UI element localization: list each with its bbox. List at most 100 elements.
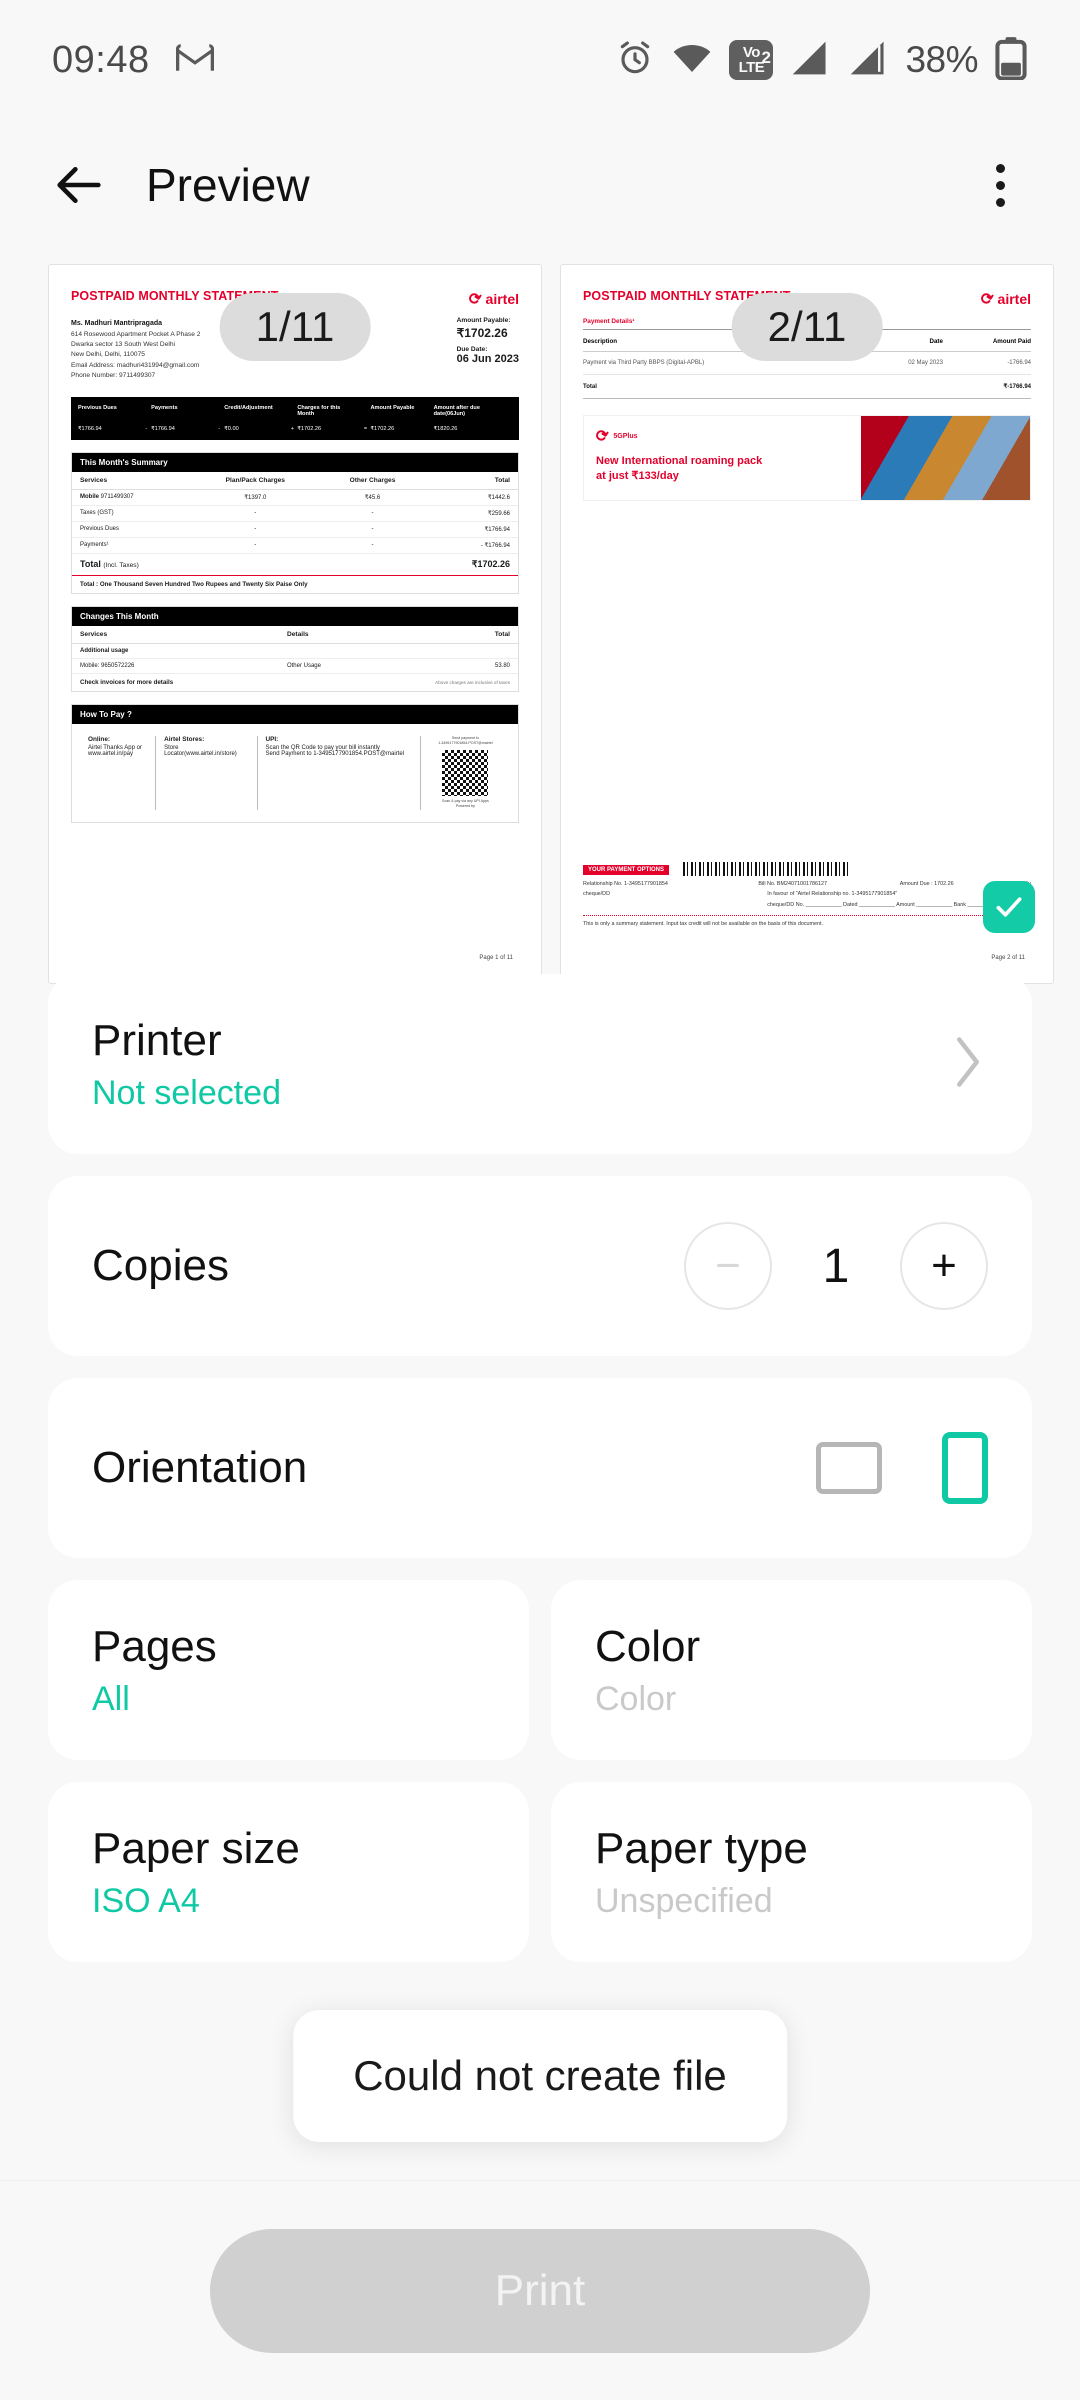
- page-selected-check-icon[interactable]: [983, 881, 1035, 933]
- due-date-value: 06 Jun 2023: [456, 353, 519, 365]
- dues-val-2: ₹0.00: [224, 425, 239, 432]
- summary-plan-0: ₹1397.0: [190, 489, 320, 506]
- battery-percent-label: 38%: [905, 39, 978, 80]
- airtel-logo-2: ⟳ airtel: [980, 289, 1031, 309]
- orientation-option-row[interactable]: Orientation: [48, 1378, 1032, 1558]
- dues-val-0: ₹1766.94: [78, 425, 102, 432]
- airtel-swoosh-icon: ⟳: [594, 426, 612, 447]
- print-button[interactable]: Print: [210, 2228, 870, 2353]
- landscape-icon[interactable]: [816, 1442, 882, 1494]
- pay-stores-col: Airtel Stores: Store Locator(www.airtel.…: [156, 735, 258, 810]
- summary-service-0: Mobile 9711499307: [72, 489, 191, 506]
- changes-service: Mobile: 9650572226: [72, 658, 279, 674]
- sign: -: [480, 542, 483, 549]
- svc-number: 9711499307: [100, 494, 134, 501]
- changes-note-right: Above charges are inclusive of taxes: [435, 679, 510, 685]
- dues-val-5: ₹1820.26: [433, 425, 458, 432]
- copies-decrement-button[interactable]: −: [684, 1222, 772, 1310]
- barcode-icon: [682, 862, 848, 877]
- printer-option-row[interactable]: Printer Not selected: [48, 974, 1032, 1154]
- month-summary-table: Services Plan/Pack Charges Other Charges…: [72, 471, 518, 576]
- p2-total-value: ₹-1766.94: [942, 374, 1031, 399]
- orientation-toggle-group[interactable]: [816, 1432, 988, 1504]
- summary-total-2: ₹1766.94: [425, 521, 518, 538]
- preview-page-1[interactable]: POSTPAID MONTHLY STATEMENT ⟳ airtel Ms. …: [48, 264, 542, 984]
- portrait-icon[interactable]: [942, 1432, 988, 1504]
- qr-powered: Powered by: [455, 804, 475, 809]
- dot: [995, 180, 1005, 190]
- airtel-wordmark: airtel: [997, 291, 1031, 307]
- signal-icon: [789, 39, 831, 82]
- back-arrow-icon[interactable]: [50, 156, 108, 214]
- month-summary-block: This Month's Summary Services Plan/Pack …: [71, 451, 519, 594]
- copies-stepper[interactable]: − 1 +: [684, 1222, 988, 1310]
- summary-other-3: -: [319, 537, 426, 554]
- dues-op-0: -: [145, 425, 148, 432]
- volte-bottom: LTE: [738, 59, 765, 76]
- volte-sim-number: 2: [761, 48, 771, 67]
- promo-line-2: at just ₹133/day: [596, 469, 679, 482]
- app-bar: Preview: [0, 120, 1080, 250]
- orientation-label: Orientation: [92, 1443, 308, 1492]
- amount-payable-value: ₹1702.26: [456, 326, 508, 340]
- preview-page-2[interactable]: POSTPAID MONTHLY STATEMENT ⟳ airtel Paym…: [560, 264, 1054, 984]
- gmail-icon: [175, 43, 214, 78]
- page-preview-strip[interactable]: POSTPAID MONTHLY STATEMENT ⟳ airtel Ms. …: [0, 250, 1080, 984]
- pay-qr-col: Send payment to 1-3495177901854.POST@mai…: [421, 736, 510, 810]
- pay-upi-title: UPI:: [265, 735, 279, 743]
- print-preview-screen: 09:48 Vo LTE 2 38% Preview POSTPAID MONT…: [0, 0, 1080, 2400]
- total-in-words: Total : One Thousand Seven Hundred Two R…: [80, 580, 308, 588]
- table-row: Previous Dues - - ₹1766.94: [72, 521, 518, 538]
- due-date-label: Due Date:: [456, 346, 488, 353]
- promo-image: [860, 416, 1030, 500]
- summary-service-2: Previous Dues: [72, 521, 191, 538]
- chevron-right-icon[interactable]: [948, 1032, 988, 1097]
- print-options-list: Printer Not selected Copies − 1 + Orient…: [0, 950, 1080, 1984]
- bill-page-1-content: POSTPAID MONTHLY STATEMENT ⟳ airtel Ms. …: [49, 265, 541, 983]
- overflow-menu-icon[interactable]: [970, 155, 1030, 215]
- copies-increment-button[interactable]: +: [900, 1222, 988, 1310]
- summary-plan-2: -: [190, 521, 320, 538]
- color-option-card[interactable]: Color Color: [551, 1580, 1032, 1760]
- pay-upi-line-2: Send Payment to 1-3495177901854.POST@mai…: [265, 750, 405, 757]
- paper-type-option-card[interactable]: Paper type Unspecified: [551, 1782, 1032, 1962]
- summary-col-0: Services: [72, 471, 191, 490]
- payment-options-rows: Relationship No. 1-3495177901854 Bill No…: [583, 879, 1031, 910]
- dues-col-3: Charges for this Month: [297, 404, 341, 417]
- payment-options-block: YOUR PAYMENT OPTIONS Relationship No. 1-…: [583, 862, 1031, 927]
- summary-plan-3: -: [190, 537, 320, 554]
- changes-col-0: Services: [72, 625, 279, 644]
- payment-options-header: YOUR PAYMENT OPTIONS: [583, 865, 670, 876]
- page-2-badge: 2/11: [731, 293, 883, 361]
- copies-option-row[interactable]: Copies − 1 +: [48, 1176, 1032, 1356]
- paper-type-label: Paper type: [595, 1823, 808, 1873]
- dues-op-2: +: [290, 425, 295, 432]
- printer-value: Not selected: [92, 1073, 281, 1112]
- toast-message: Could not create file: [293, 2010, 787, 2142]
- pages-option-card[interactable]: Pages All: [48, 1580, 529, 1760]
- dotted-divider: [583, 915, 1031, 916]
- printer-texts: Printer Not selected: [92, 1016, 281, 1113]
- p2-amount: -1766.94: [942, 351, 1031, 375]
- grand-total-value: ₹1702.26: [425, 552, 518, 576]
- dues-val-4: ₹1702.26: [370, 425, 395, 432]
- volte-top: Vo: [742, 44, 761, 61]
- paper-size-option-card[interactable]: Paper size ISO A4: [48, 1782, 529, 1962]
- alarm-icon: [615, 38, 655, 83]
- copies-label: Copies: [92, 1241, 229, 1290]
- customer-phone: Phone Number: 9711499307: [71, 371, 156, 379]
- summary-other-1: -: [319, 505, 426, 522]
- status-bar-time: 09:48: [52, 38, 150, 81]
- page-2-footer: Page 2 of 11: [991, 955, 1025, 961]
- dues-col-4: Amount Payable: [370, 404, 415, 411]
- payopt-row-1: Relationship No. 1-3495177901854 Bill No…: [583, 879, 1031, 889]
- page-2-disclaimer: This is only a summary statement. Input …: [583, 921, 823, 927]
- table-row: Mobile 9711499307 ₹1397.0 ₹45.6 ₹1442.6: [72, 489, 518, 506]
- dues-col-5: Amount after due date(06Jun): [433, 404, 480, 417]
- summary-total-0: ₹1442.6: [425, 489, 518, 506]
- p2-col-2: Amount Paid: [942, 332, 1031, 352]
- wifi-icon: [671, 40, 713, 81]
- summary-service-1: Taxes (GST): [72, 505, 191, 522]
- changes-note: Check invoices for more details: [80, 678, 174, 686]
- printer-label: Printer: [92, 1015, 222, 1065]
